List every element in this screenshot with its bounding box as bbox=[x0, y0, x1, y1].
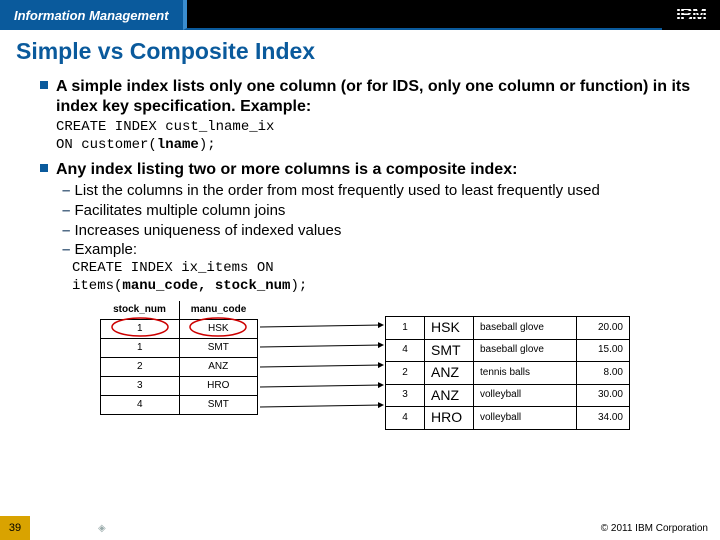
cell: HRO bbox=[179, 377, 258, 396]
header-spacer bbox=[183, 0, 662, 30]
cell: 20.00 bbox=[577, 317, 630, 340]
footer-decoration: ◈ bbox=[98, 523, 106, 534]
code-text: ); bbox=[290, 278, 307, 294]
cell: 34.00 bbox=[577, 407, 630, 430]
cell: HSK bbox=[425, 317, 474, 340]
code-text: items( bbox=[72, 278, 122, 294]
idx-h1: stock_num bbox=[101, 301, 180, 320]
table-row: 4SMT bbox=[101, 396, 258, 415]
slide: Information Management IBM Simple vs Com… bbox=[0, 0, 720, 540]
table-row: 1HSKbaseball glove20.00 bbox=[386, 317, 630, 340]
cell: baseball glove bbox=[474, 339, 577, 362]
header-bar: Information Management IBM bbox=[0, 0, 720, 30]
code-text: ); bbox=[199, 137, 216, 153]
subbullet-text: Increases uniqueness of indexed values bbox=[75, 222, 342, 239]
cell: ANZ bbox=[425, 362, 474, 385]
ibm-logo: IBM bbox=[662, 0, 720, 30]
table-row: 3ANZvolleyball30.00 bbox=[386, 384, 630, 407]
subbullet-4: – Example: bbox=[62, 241, 692, 260]
table-row: 4SMTbaseball glove15.00 bbox=[386, 339, 630, 362]
diagram: stock_num manu_code 1HSK 1SMT 2ANZ 3HRO … bbox=[100, 301, 660, 431]
table-row: 4HROvolleyball34.00 bbox=[386, 407, 630, 430]
cell: ANZ bbox=[425, 384, 474, 407]
content: A simple index lists only one column (or… bbox=[0, 77, 720, 431]
table-row: 1SMT bbox=[101, 339, 258, 358]
subbullet-text: Example: bbox=[75, 241, 138, 258]
cell: baseball glove bbox=[474, 317, 577, 340]
cell: 1 bbox=[386, 317, 425, 340]
bullet-simple: A simple index lists only one column (or… bbox=[40, 77, 692, 117]
index-table: stock_num manu_code 1HSK 1SMT 2ANZ 3HRO … bbox=[100, 301, 258, 415]
table-row: 1HSK bbox=[101, 320, 258, 339]
code-simple-l1: CREATE INDEX cust_lname_ix bbox=[56, 119, 692, 137]
cell: 30.00 bbox=[577, 384, 630, 407]
code-bold: lname bbox=[157, 137, 199, 153]
bullet-composite: Any index listing two or more columns is… bbox=[40, 160, 692, 180]
code-simple-l2: ON customer(lname); bbox=[56, 137, 692, 155]
cell: HSK bbox=[179, 320, 258, 339]
cell: 8.00 bbox=[577, 362, 630, 385]
cell: volleyball bbox=[474, 384, 577, 407]
code-comp-l1: CREATE INDEX ix_items ON bbox=[72, 260, 692, 278]
table-row: 2ANZtennis balls8.00 bbox=[386, 362, 630, 385]
code-comp-l2: items(manu_code, stock_num); bbox=[72, 278, 692, 296]
cell: 2 bbox=[386, 362, 425, 385]
cell: tennis balls bbox=[474, 362, 577, 385]
data-table: 1HSKbaseball glove20.00 4SMTbaseball glo… bbox=[385, 316, 630, 430]
header-brand: Information Management bbox=[0, 0, 183, 30]
cell: volleyball bbox=[474, 407, 577, 430]
cell: SMT bbox=[425, 339, 474, 362]
cell: 1 bbox=[101, 320, 180, 339]
cell: 3 bbox=[101, 377, 180, 396]
idx-h2: manu_code bbox=[179, 301, 258, 320]
table-row: 2ANZ bbox=[101, 358, 258, 377]
cell: HRO bbox=[425, 407, 474, 430]
cell: 2 bbox=[101, 358, 180, 377]
copyright: © 2011 IBM Corporation bbox=[601, 523, 708, 534]
cell: SMT bbox=[179, 339, 258, 358]
subbullet-3: – Increases uniqueness of indexed values bbox=[62, 222, 692, 241]
subbullet-text: List the columns in the order from most … bbox=[75, 182, 600, 199]
subbullet-1: – List the columns in the order from mos… bbox=[62, 182, 692, 201]
cell: ANZ bbox=[179, 358, 258, 377]
code-bold: manu_code, stock_num bbox=[122, 278, 290, 294]
cell: 4 bbox=[101, 396, 180, 415]
cell: 4 bbox=[386, 339, 425, 362]
slide-title: Simple vs Composite Index bbox=[0, 30, 720, 71]
subbullet-text: Facilitates multiple column joins bbox=[75, 202, 286, 219]
cell: 15.00 bbox=[577, 339, 630, 362]
cell: 1 bbox=[101, 339, 180, 358]
subbullet-2: – Facilitates multiple column joins bbox=[62, 202, 692, 221]
cell: 3 bbox=[386, 384, 425, 407]
footer: 39 ◈ © 2011 IBM Corporation bbox=[0, 516, 720, 540]
ibm-logo-text: IBM bbox=[676, 5, 706, 26]
code-text: ON customer( bbox=[56, 137, 157, 153]
cell: 4 bbox=[386, 407, 425, 430]
cell: SMT bbox=[179, 396, 258, 415]
page-number: 39 bbox=[0, 516, 30, 540]
table-row: 3HRO bbox=[101, 377, 258, 396]
